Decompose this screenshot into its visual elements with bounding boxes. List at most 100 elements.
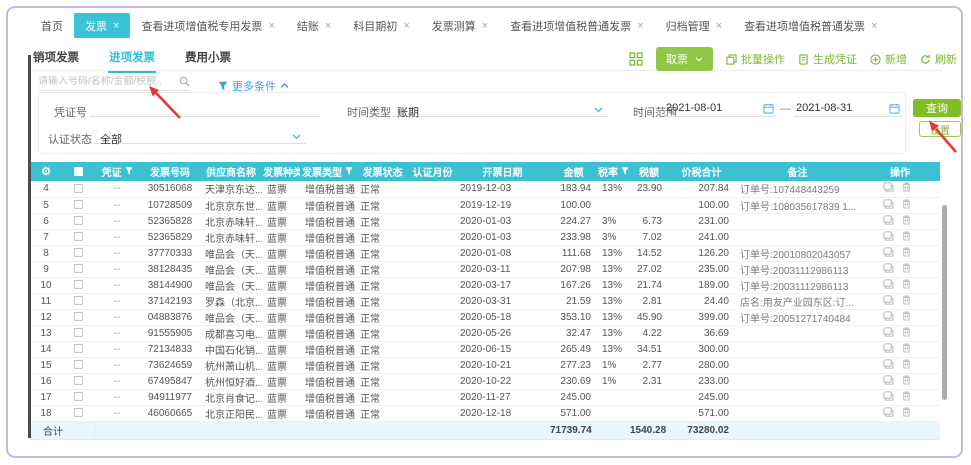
grid-view-icon[interactable]: [629, 52, 643, 66]
add-button[interactable]: 新增: [870, 51, 907, 67]
settings-button[interactable]: 设置: [919, 121, 961, 137]
column-filter-icon[interactable]: [621, 167, 629, 175]
delete-row-icon[interactable]: [902, 327, 911, 340]
delete-row-icon[interactable]: [902, 231, 911, 244]
tab-1[interactable]: 发票×: [74, 13, 130, 38]
tab-close-icon[interactable]: ×: [325, 20, 331, 32]
generate-voucher-row-icon[interactable]: [883, 343, 894, 356]
tab-7[interactable]: 归档管理×: [655, 13, 733, 38]
search-icon[interactable]: [179, 76, 190, 87]
row-checkbox[interactable]: [74, 184, 83, 193]
row-checkbox[interactable]: [74, 408, 83, 417]
tab-8[interactable]: 查看进项增值税普通发票×: [733, 13, 888, 38]
tab-close-icon[interactable]: ×: [482, 20, 488, 32]
row-checkbox[interactable]: [74, 328, 83, 337]
table-scrollbar[interactable]: [942, 205, 947, 400]
tab-4[interactable]: 科目期初×: [342, 13, 420, 38]
column-filter-icon[interactable]: [125, 167, 133, 175]
tab-close-icon[interactable]: ×: [716, 20, 722, 32]
row-checkbox[interactable]: [74, 264, 83, 273]
delete-row-icon[interactable]: [902, 391, 911, 404]
delete-row-icon[interactable]: [902, 407, 911, 420]
row-checkbox[interactable]: [74, 232, 83, 241]
query-button[interactable]: 查询: [913, 99, 961, 117]
delete-row-icon[interactable]: [902, 359, 911, 372]
delete-row-icon[interactable]: [902, 295, 911, 308]
header-settings[interactable]: ⚙: [30, 162, 62, 181]
generate-voucher-button[interactable]: 生成凭证: [798, 51, 857, 67]
tab-close-icon[interactable]: ×: [403, 20, 409, 32]
delete-row-icon[interactable]: [902, 311, 911, 324]
generate-voucher-row-icon[interactable]: [883, 407, 894, 420]
auth-status-value[interactable]: 全部: [100, 131, 122, 147]
row-checkbox[interactable]: [74, 344, 83, 353]
generate-voucher-row-icon[interactable]: [883, 199, 894, 212]
delete-row-icon[interactable]: [902, 279, 911, 292]
tab-5[interactable]: 发票测算×: [421, 13, 499, 38]
tab-close-icon[interactable]: ×: [268, 20, 274, 32]
row-checkbox[interactable]: [74, 296, 83, 305]
delete-row-icon[interactable]: [902, 247, 911, 260]
generate-voucher-row-icon[interactable]: [883, 391, 894, 404]
row-checkbox[interactable]: [74, 280, 83, 289]
subtab-1[interactable]: 进项发票: [108, 45, 156, 69]
header-rate[interactable]: 税率: [597, 162, 630, 181]
generate-voucher-row-icon[interactable]: [883, 279, 894, 292]
tab-6[interactable]: 查看进项增值税普通发票×: [499, 13, 654, 38]
fetch-invoice-button[interactable]: 取票: [656, 47, 713, 71]
header-voucher[interactable]: 凭证: [94, 162, 140, 181]
header-select-all[interactable]: [62, 162, 94, 181]
row-checkbox[interactable]: [74, 392, 83, 401]
row-checkbox[interactable]: [74, 248, 83, 257]
tab-close-icon[interactable]: ×: [113, 20, 119, 32]
auth-status-select[interactable]: [94, 127, 306, 144]
delete-row-icon[interactable]: [902, 263, 911, 276]
generate-voucher-row-icon[interactable]: [883, 263, 894, 276]
delete-row-icon[interactable]: [902, 343, 911, 356]
generate-voucher-row-icon[interactable]: [883, 359, 894, 372]
tab-close-icon[interactable]: ×: [637, 20, 643, 32]
generate-voucher-row-icon[interactable]: [883, 311, 894, 324]
calendar-icon[interactable]: [763, 103, 774, 114]
generate-voucher-row-icon[interactable]: [883, 247, 894, 260]
date-to-field[interactable]: 2021-08-31: [794, 100, 902, 117]
cell-type: 增值税普通...: [300, 277, 355, 293]
voucher-no-input[interactable]: [90, 100, 320, 117]
tab-0[interactable]: 首页: [30, 13, 74, 38]
header-type[interactable]: 发票类型: [300, 162, 355, 181]
delete-row-icon[interactable]: [902, 215, 911, 228]
generate-voucher-row-icon[interactable]: [883, 375, 894, 388]
row-checkbox[interactable]: [74, 216, 83, 225]
generate-voucher-row-icon[interactable]: [883, 327, 894, 340]
tab-2[interactable]: 查看进项增值税专用发票×: [130, 13, 285, 38]
batch-operations-button[interactable]: 批量操作: [726, 51, 785, 67]
generate-voucher-row-icon[interactable]: [883, 295, 894, 308]
delete-row-icon[interactable]: [902, 375, 911, 388]
generate-voucher-row-icon[interactable]: [883, 231, 894, 244]
column-filter-icon[interactable]: [345, 167, 353, 175]
delete-row-icon[interactable]: [902, 199, 911, 212]
subtab-0[interactable]: 销项发票: [32, 45, 80, 69]
auth-status-chevron-icon[interactable]: [292, 134, 301, 140]
search-input[interactable]: [38, 76, 175, 87]
time-type-select[interactable]: [393, 100, 608, 117]
time-type-chevron-icon[interactable]: [594, 107, 603, 113]
calendar-icon[interactable]: [889, 103, 900, 114]
select-all-checkbox[interactable]: [74, 167, 83, 176]
header-kind[interactable]: 发票种类: [262, 162, 300, 181]
generate-voucher-row-icon[interactable]: [883, 182, 894, 195]
row-checkbox[interactable]: [74, 360, 83, 369]
row-checkbox[interactable]: [74, 376, 83, 385]
tab-close-icon[interactable]: ×: [871, 20, 877, 32]
time-type-value[interactable]: 账期: [397, 104, 419, 120]
row-checkbox[interactable]: [74, 312, 83, 321]
date-from-field[interactable]: 2021-08-01: [664, 100, 776, 117]
generate-voucher-row-icon[interactable]: [883, 215, 894, 228]
refresh-button[interactable]: 刷新: [920, 51, 957, 67]
tab-3[interactable]: 结账×: [286, 13, 342, 38]
row-checkbox[interactable]: [74, 200, 83, 209]
delete-row-icon[interactable]: [902, 182, 911, 195]
table-settings-icon[interactable]: ⚙: [41, 166, 51, 178]
total-amount: 71739.74: [550, 421, 597, 439]
subtab-2[interactable]: 费用小票: [184, 45, 232, 69]
